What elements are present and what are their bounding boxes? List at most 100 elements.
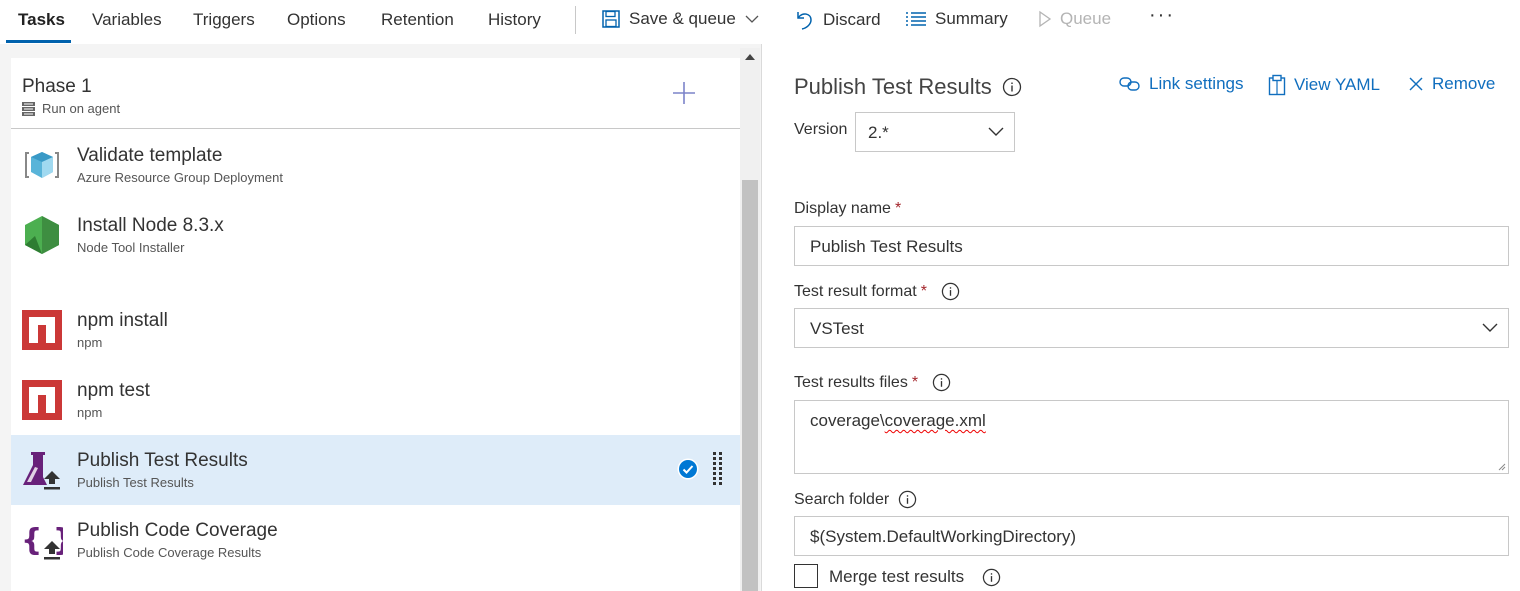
discard-label: Discard <box>823 10 881 29</box>
more-actions-button[interactable]: ··· <box>1149 4 1175 27</box>
display-name-label-text: Display name <box>794 200 891 217</box>
merge-test-results-label: Merge test results <box>829 567 1001 587</box>
test-result-format-label-text: Test result format <box>794 282 917 300</box>
version-label: Version <box>794 121 848 138</box>
tab-history[interactable]: History <box>488 10 541 30</box>
task-name: npm install <box>77 310 168 331</box>
merge-test-results-label-text: Merge test results <box>829 567 965 586</box>
search-folder-label-text: Search folder <box>794 490 890 508</box>
task-name: Publish Test Results <box>77 450 248 471</box>
task-item-validate-template[interactable]: Validate template Azure Resource Group D… <box>11 130 740 200</box>
summary-label: Summary <box>935 9 1008 28</box>
link-settings-label: Link settings <box>1149 74 1244 93</box>
undo-icon <box>797 12 812 30</box>
publish-test-results-icon <box>23 452 60 490</box>
view-yaml-label: View YAML <box>1294 75 1380 94</box>
phase-subtitle: Run on agent <box>22 101 120 116</box>
scroll-up-arrow-icon[interactable] <box>745 54 755 60</box>
info-icon[interactable] <box>932 373 951 392</box>
merge-test-results-checkbox[interactable] <box>794 564 818 588</box>
test-result-format-value: VSTest <box>810 319 864 338</box>
link-settings-button[interactable]: Link settings <box>1119 74 1244 94</box>
task-name: Install Node 8.3.x <box>77 215 224 236</box>
chevron-down-icon <box>988 127 1004 136</box>
link-icon <box>1119 77 1140 91</box>
files-value-prefix: coverage\ <box>810 411 885 430</box>
search-folder-input[interactable]: $(System.DefaultWorkingDirectory) <box>794 516 1509 556</box>
tab-retention[interactable]: Retention <box>381 10 454 30</box>
clipboard-icon <box>1268 74 1286 96</box>
task-list-pane: Phase 1 Run on agent Validate template A… <box>0 44 762 591</box>
remove-label: Remove <box>1432 74 1496 93</box>
search-folder-value: $(System.DefaultWorkingDirectory) <box>810 527 1077 546</box>
list-icon <box>906 12 926 26</box>
discard-button[interactable]: Discard <box>795 9 881 31</box>
resize-handle-icon[interactable] <box>1498 463 1506 471</box>
nodejs-icon <box>25 216 59 254</box>
task-list: Phase 1 Run on agent Validate template A… <box>11 58 740 591</box>
display-name-label: Display name * <box>794 200 901 218</box>
remove-task-button[interactable]: Remove <box>1408 74 1495 94</box>
files-value-misspelled: coverage.xml <box>884 411 986 430</box>
test-result-format-select[interactable]: VSTest <box>794 308 1509 348</box>
tab-options[interactable]: Options <box>287 10 346 30</box>
save-and-queue-button[interactable]: Save & queue <box>601 9 760 29</box>
test-result-format-label: Test result format * <box>794 282 960 301</box>
task-item-npm-install[interactable]: npm install npm <box>11 295 740 365</box>
view-yaml-button[interactable]: View YAML <box>1268 74 1380 96</box>
task-type: npm <box>77 405 103 420</box>
npm-icon <box>22 310 62 350</box>
required-marker: * <box>920 282 927 300</box>
publish-code-coverage-icon: { } <box>21 523 63 560</box>
summary-button[interactable]: Summary <box>905 9 1008 29</box>
phase-header[interactable]: Phase 1 Run on agent <box>11 58 740 129</box>
task-type: Azure Resource Group Deployment <box>77 170 283 185</box>
info-icon[interactable] <box>941 282 960 301</box>
queue-label: Queue <box>1060 9 1112 28</box>
info-icon[interactable] <box>898 490 917 509</box>
chevron-down-icon <box>1482 323 1498 332</box>
task-name: npm test <box>77 380 150 401</box>
toolbar-divider <box>575 6 576 34</box>
test-results-files-label: Test results files * <box>794 373 951 392</box>
test-results-files-textarea[interactable]: coverage\coverage.xml <box>794 400 1509 474</box>
details-title-text: Publish Test Results <box>794 74 992 99</box>
tab-triggers[interactable]: Triggers <box>193 10 255 30</box>
tab-tasks[interactable]: Tasks <box>18 10 65 30</box>
task-type: Node Tool Installer <box>77 240 185 255</box>
display-name-value: Publish Test Results <box>810 237 963 256</box>
azure-resource-group-icon <box>25 152 59 178</box>
task-list-scrollbar[interactable] <box>740 48 760 591</box>
display-name-input[interactable]: Publish Test Results <box>794 226 1509 266</box>
tab-variables[interactable]: Variables <box>92 10 162 30</box>
task-item-publish-test-results[interactable]: Publish Test Results Publish Test Result… <box>11 435 740 505</box>
search-folder-label: Search folder <box>794 490 917 509</box>
queue-button[interactable]: Queue <box>1038 9 1111 29</box>
details-title: Publish Test Results <box>794 74 1022 100</box>
required-marker: * <box>911 373 919 391</box>
task-name: Validate template <box>77 145 223 166</box>
task-type: Publish Test Results <box>77 475 194 490</box>
info-icon[interactable] <box>982 568 1001 587</box>
task-item-publish-code-coverage[interactable]: { } Publish Code Coverage Publish Code C… <box>11 505 740 575</box>
task-item-npm-test[interactable]: npm test npm <box>11 365 740 435</box>
version-select[interactable]: 2.* <box>855 112 1015 152</box>
version-value: 2.* <box>868 123 889 142</box>
task-item-install-node[interactable]: Install Node 8.3.x Node Tool Installer <box>11 200 740 270</box>
add-task-plus-icon[interactable] <box>671 80 697 106</box>
scrollbar-thumb[interactable] <box>742 180 758 591</box>
task-details-pane: Publish Test Results Link settings View … <box>762 44 1520 591</box>
save-icon <box>602 10 620 28</box>
drag-handle-icon[interactable] <box>711 451 725 487</box>
chevron-down-icon <box>745 15 759 23</box>
save-and-queue-label: Save & queue <box>629 9 736 28</box>
selected-check-icon <box>677 458 699 480</box>
task-name: Publish Code Coverage <box>77 520 278 541</box>
server-agent-icon <box>22 101 35 116</box>
task-type: npm <box>77 335 103 350</box>
required-marker: * <box>894 200 902 217</box>
task-type: Publish Code Coverage Results <box>77 545 262 560</box>
active-tab-indicator <box>6 40 71 43</box>
info-icon[interactable] <box>1002 77 1022 97</box>
phase-subtitle-text: Run on agent <box>42 101 121 116</box>
